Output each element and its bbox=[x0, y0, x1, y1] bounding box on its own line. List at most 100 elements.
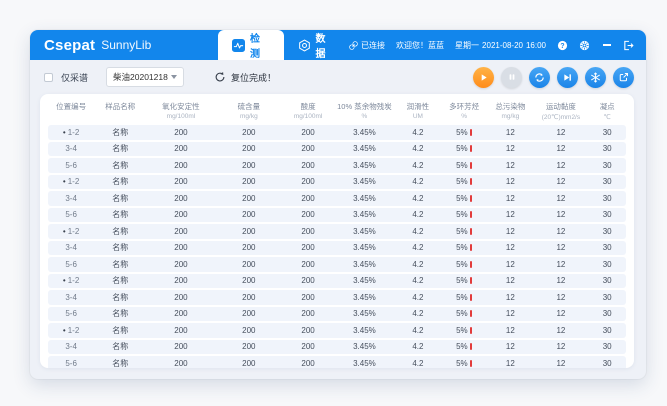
cell-value: 30 bbox=[588, 208, 626, 223]
cell-value: 4.2 bbox=[395, 175, 441, 190]
detect-icon bbox=[232, 39, 245, 52]
table-row[interactable]: •1-2名称2002002003.45%4.25%121230 bbox=[48, 125, 626, 140]
table-row[interactable]: 5-6名称2002002003.45%4.25%121230 bbox=[48, 356, 626, 368]
cell-value: 12 bbox=[533, 142, 588, 157]
alert-flag-icon bbox=[470, 261, 473, 268]
table-row[interactable]: •1-2名称2002002003.45%4.25%121230 bbox=[48, 323, 626, 338]
row-marker-icon: • bbox=[63, 276, 66, 285]
cell-value: 200 bbox=[282, 175, 334, 190]
cell-value: 12 bbox=[487, 290, 533, 305]
logout-icon[interactable] bbox=[623, 40, 634, 51]
table-row[interactable]: 5-6名称2002002003.45%4.25%121230 bbox=[48, 257, 626, 272]
table-row[interactable]: •1-2名称2002002003.45%4.25%121230 bbox=[48, 274, 626, 289]
freeze-button[interactable] bbox=[585, 67, 606, 88]
cell-value: 200 bbox=[216, 274, 282, 289]
table-row[interactable]: 5-6名称2002002003.45%4.25%121230 bbox=[48, 307, 626, 322]
cell-position: 5-6 bbox=[48, 158, 94, 173]
column-header: 位置编号 bbox=[48, 98, 94, 123]
sync-button[interactable] bbox=[529, 67, 550, 88]
table-row[interactable]: 3-4名称2002002003.45%4.25%121230 bbox=[48, 241, 626, 256]
spectrum-only-checkbox[interactable] bbox=[44, 73, 53, 82]
cell-value: 4.2 bbox=[395, 323, 441, 338]
cell-sample-name: 名称 bbox=[94, 142, 146, 157]
tab-detect[interactable]: 检测 bbox=[218, 30, 284, 60]
cell-value: 5% bbox=[441, 290, 487, 305]
cell-value: 200 bbox=[216, 175, 282, 190]
row-marker-icon: • bbox=[63, 128, 66, 137]
caret-down-icon bbox=[171, 75, 177, 79]
datetime: 星期一 2021-08-20 16:00 bbox=[455, 40, 546, 51]
cell-value: 200 bbox=[282, 125, 334, 140]
data-icon bbox=[298, 39, 311, 52]
alert-flag-icon bbox=[470, 178, 473, 185]
cell-value: 5% bbox=[441, 356, 487, 368]
sync-icon bbox=[534, 72, 545, 83]
cell-position: 5-6 bbox=[48, 356, 94, 368]
export-button[interactable] bbox=[613, 67, 634, 88]
cell-sample-name: 名称 bbox=[94, 175, 146, 190]
cell-value: 200 bbox=[282, 208, 334, 223]
cell-value: 12 bbox=[487, 307, 533, 322]
table-row[interactable]: •1-2名称2002002003.45%4.25%121230 bbox=[48, 175, 626, 190]
alert-flag-icon bbox=[470, 228, 473, 235]
table-row[interactable]: 3-4名称2002002003.45%4.25%121230 bbox=[48, 290, 626, 305]
cell-value: 4.2 bbox=[395, 307, 441, 322]
cell-value: 5% bbox=[441, 241, 487, 256]
cell-value: 200 bbox=[146, 241, 215, 256]
statusbar: 已连接 欢迎您！蓝蓝 星期一 2021-08-20 16:00 ? bbox=[349, 30, 646, 60]
svg-text:?: ? bbox=[560, 42, 564, 49]
cell-value: 200 bbox=[146, 340, 215, 355]
cell-value: 12 bbox=[533, 290, 588, 305]
cell-value: 200 bbox=[216, 224, 282, 239]
cell-value: 4.2 bbox=[395, 290, 441, 305]
cell-value: 200 bbox=[282, 307, 334, 322]
table-row[interactable]: 3-4名称2002002003.45%4.25%121230 bbox=[48, 191, 626, 206]
cell-value: 30 bbox=[588, 307, 626, 322]
pause-button[interactable] bbox=[501, 67, 522, 88]
column-header: 凝点℃ bbox=[588, 98, 626, 123]
cell-value: 3.45% bbox=[334, 307, 395, 322]
cell-value: 3.45% bbox=[334, 142, 395, 157]
cell-value: 12 bbox=[487, 323, 533, 338]
cell-value: 5% bbox=[441, 208, 487, 223]
alert-flag-icon bbox=[470, 327, 473, 334]
cell-value: 30 bbox=[588, 290, 626, 305]
cell-value: 200 bbox=[282, 323, 334, 338]
table-row[interactable]: 3-4名称2002002003.45%4.25%121230 bbox=[48, 340, 626, 355]
alert-flag-icon bbox=[470, 145, 473, 152]
reset-icon[interactable] bbox=[214, 71, 226, 83]
welcome-text: 欢迎您！蓝蓝 bbox=[396, 40, 444, 51]
tab-data[interactable]: 数据 bbox=[284, 30, 350, 60]
cell-value: 12 bbox=[487, 125, 533, 140]
cell-value: 200 bbox=[216, 356, 282, 368]
sample-select[interactable]: 柴油20201218 bbox=[106, 67, 184, 87]
table-row[interactable]: •1-2名称2002002003.45%4.25%121230 bbox=[48, 224, 626, 239]
settings-icon[interactable] bbox=[579, 40, 590, 51]
skip-button[interactable] bbox=[557, 67, 578, 88]
table-row[interactable]: 5-6名称2002002003.45%4.25%121230 bbox=[48, 158, 626, 173]
help-icon[interactable]: ? bbox=[557, 40, 568, 51]
time: 16:00 bbox=[526, 41, 546, 50]
spectrum-only-label: 仅采谱 bbox=[61, 71, 88, 84]
cell-position: 3-4 bbox=[48, 142, 94, 157]
toolbar: 仅采谱 柴油20201218 复位完成！ bbox=[30, 60, 646, 94]
table-row[interactable]: 3-4名称2002002003.45%4.25%121230 bbox=[48, 142, 626, 157]
minimize-icon[interactable] bbox=[601, 40, 612, 51]
cell-value: 200 bbox=[282, 191, 334, 206]
cell-value: 12 bbox=[533, 224, 588, 239]
cell-value: 200 bbox=[216, 142, 282, 157]
cell-value: 30 bbox=[588, 191, 626, 206]
table-row[interactable]: 5-6名称2002002003.45%4.25%121230 bbox=[48, 208, 626, 223]
cell-position: •1-2 bbox=[48, 274, 94, 289]
cell-value: 30 bbox=[588, 356, 626, 368]
brand-logo: Csepat SunnyLib bbox=[44, 30, 204, 60]
cell-value: 3.45% bbox=[334, 191, 395, 206]
cell-value: 200 bbox=[146, 224, 215, 239]
reset-status-message: 复位完成！ bbox=[231, 71, 276, 84]
alert-flag-icon bbox=[470, 129, 473, 136]
cell-value: 3.45% bbox=[334, 257, 395, 272]
cell-value: 200 bbox=[282, 356, 334, 368]
cell-value: 12 bbox=[487, 142, 533, 157]
start-button[interactable] bbox=[473, 67, 494, 88]
export-icon bbox=[619, 72, 629, 82]
